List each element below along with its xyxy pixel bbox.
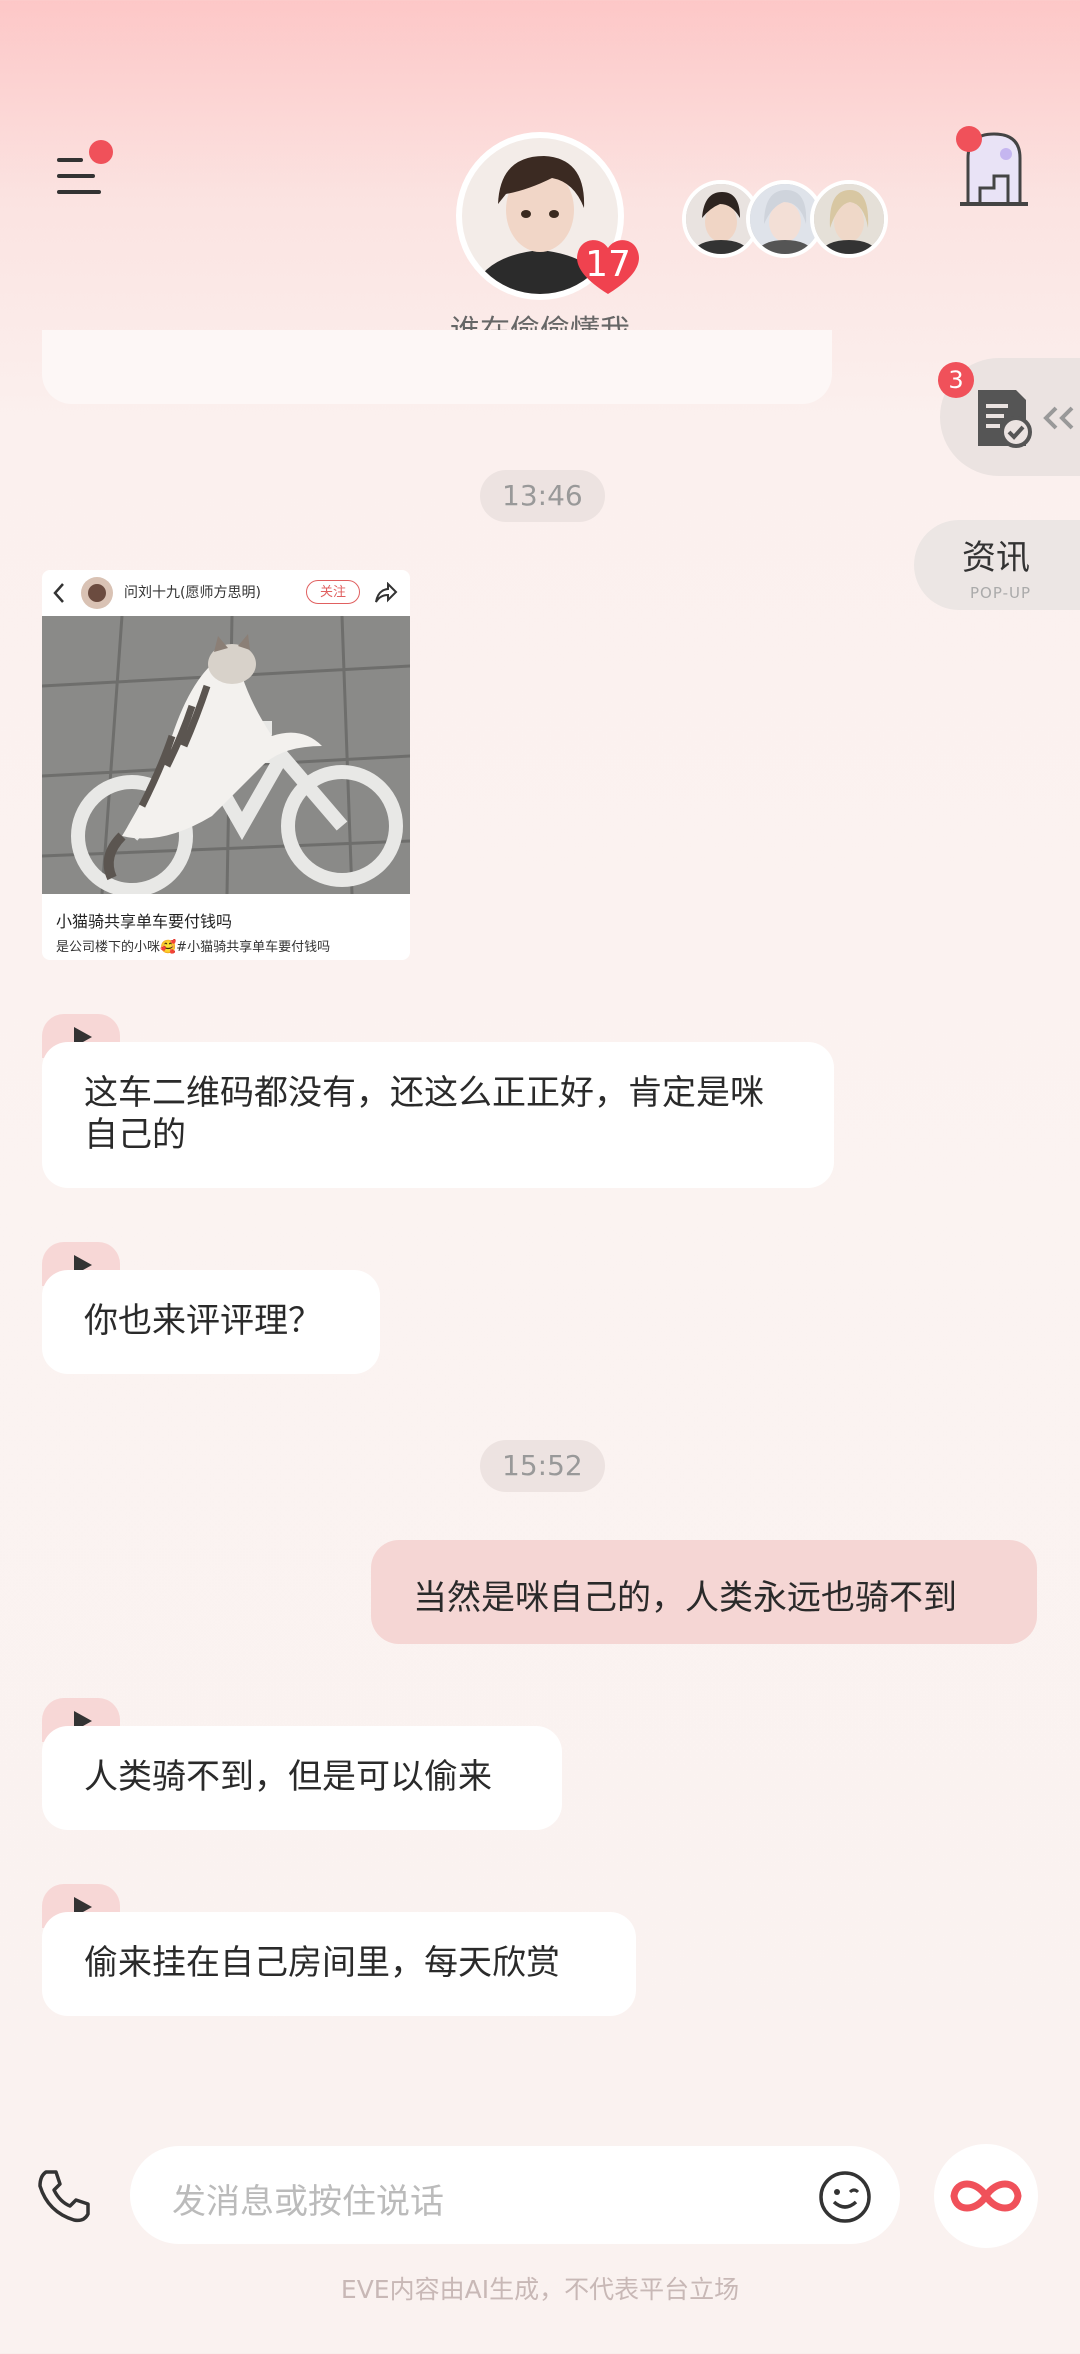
- notification-dot: [89, 140, 113, 164]
- message-bubble: 这车二维码都没有，还这么正正好，肯定是咪自己的: [42, 1042, 834, 1188]
- timestamp: 15:52: [480, 1440, 605, 1492]
- cat-on-bike-photo: [42, 616, 410, 894]
- card-description: 是公司楼下的小咪🥰#小猫骑共享单车要付钱吗: [56, 940, 331, 955]
- menu-icon-line: [57, 174, 95, 178]
- user-message-bubble: 当然是咪自己的，人类永远也骑不到: [371, 1540, 1037, 1644]
- ai-disclaimer: EVE内容由AI生成，不代表平台立场: [340, 2275, 740, 2304]
- task-badge: 3: [938, 362, 974, 398]
- message-bubble: 你也来评评理？: [42, 1270, 380, 1374]
- menu-icon-line: [57, 190, 101, 194]
- back-icon[interactable]: [52, 582, 66, 604]
- previous-message-fragment: [42, 330, 832, 404]
- card-author: 问刘十九(愿师方思明): [124, 585, 261, 601]
- gate-icon[interactable]: [956, 126, 1030, 208]
- author-avatar: [81, 577, 113, 609]
- menu-icon-line: [57, 158, 83, 162]
- share-icon[interactable]: [374, 582, 398, 604]
- emoji-icon[interactable]: [818, 2170, 872, 2224]
- input-placeholder: 发消息或按住说话: [172, 2182, 444, 2222]
- message-input[interactable]: 发消息或按住说话: [130, 2146, 900, 2244]
- info-popup-tab[interactable]: 资讯 POP-UP: [914, 520, 1080, 610]
- card-title: 小猫骑共享单车要付钱吗: [56, 912, 233, 931]
- avatar[interactable]: [810, 180, 888, 258]
- message-bubble: 偷来挂在自己房间里，每天欣赏: [42, 1912, 636, 2016]
- notification-dot: [956, 126, 982, 152]
- info-label: 资讯: [962, 538, 1030, 578]
- card-header: 问刘十九(愿师方思明) 关注: [42, 570, 410, 616]
- affinity-badge: 17: [572, 232, 644, 296]
- phone-icon[interactable]: [34, 2166, 94, 2226]
- infinity-icon: [950, 2180, 1022, 2212]
- message-bubble: 人类骑不到，但是可以偷来: [42, 1726, 562, 1830]
- follow-button[interactable]: 关注: [306, 580, 360, 604]
- shared-post-card[interactable]: 问刘十九(愿师方思明) 关注 小猫骑共享单车要付钱吗 是公司楼下的小咪🥰#小猫骑…: [42, 570, 410, 960]
- timestamp: 13:46: [480, 470, 605, 522]
- eve-mode-button[interactable]: [934, 2144, 1038, 2248]
- affinity-count: 17: [585, 244, 631, 285]
- info-sublabel: POP-UP: [970, 584, 1032, 602]
- menu-button[interactable]: [52, 140, 113, 202]
- task-doc-icon: [978, 390, 1074, 448]
